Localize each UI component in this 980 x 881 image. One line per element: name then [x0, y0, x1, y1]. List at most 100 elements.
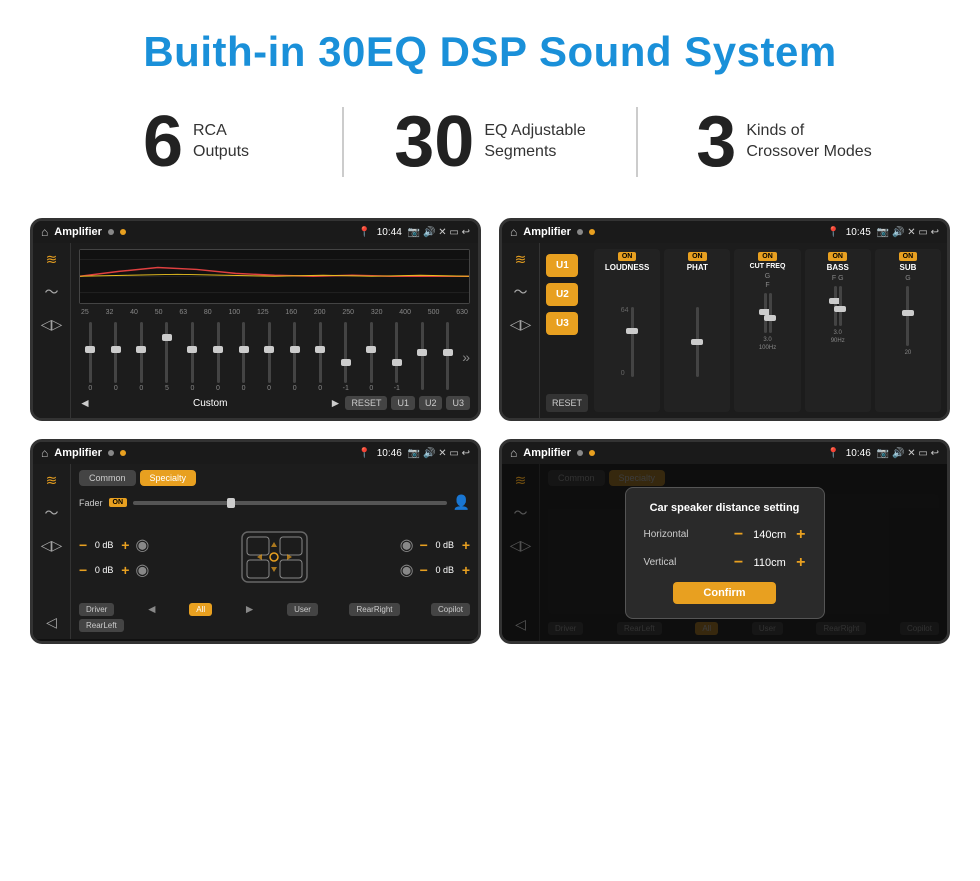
u2-preset[interactable]: U2	[546, 283, 578, 306]
eq-freq-labels: 2532405063 80100125160200 25032040050063…	[79, 309, 470, 316]
slider-6[interactable]: 0	[207, 322, 230, 392]
vol-plus-4[interactable]: +	[462, 562, 470, 578]
speaker-icon[interactable]: ◁▷	[41, 316, 63, 333]
u1-preset[interactable]: U1	[546, 254, 578, 277]
horizontal-label: Horizontal	[644, 529, 704, 540]
slider-10[interactable]: 0	[309, 322, 332, 392]
wave-icon-2[interactable]: 〜	[514, 282, 528, 302]
screen3-body: ≋ 〜 ◁▷ ◁ Common Specialty Fader ON 👤	[33, 464, 478, 639]
fader-thumb[interactable]	[227, 498, 235, 508]
slider-15[interactable]	[437, 322, 460, 392]
vertical-stepper: − 110cm +	[734, 554, 806, 572]
vertical-value: 110cm	[747, 557, 792, 569]
vertical-label: Vertical	[644, 557, 704, 568]
screen-dialog: ⌂ Amplifier 📍 10:46 📷 🔊 ✕ ▭ ↩ ≋ 〜 ◁▷ ◁ C…	[499, 439, 950, 644]
on-badge-sub: ON	[899, 252, 918, 261]
slider-4[interactable]: 5	[156, 322, 179, 392]
vol-minus-2[interactable]: −	[79, 562, 87, 578]
nav-left[interactable]: ◄	[146, 602, 158, 616]
horizontal-row: Horizontal − 140cm +	[644, 526, 806, 544]
vertical-plus[interactable]: +	[796, 554, 805, 572]
speaker-r2-icon: ◉	[400, 560, 414, 580]
vol-plus-2[interactable]: +	[121, 562, 129, 578]
vol-minus-3[interactable]: −	[420, 537, 428, 553]
vol-plus-3[interactable]: +	[462, 537, 470, 553]
slider-3[interactable]: 0	[130, 322, 153, 392]
expand-arrows[interactable]: »	[462, 349, 470, 365]
speaker-icon-2[interactable]: ◁▷	[510, 316, 532, 333]
u3-preset[interactable]: U3	[546, 312, 578, 335]
channel-sub: ON SUB G 20	[875, 249, 941, 412]
wave-icon-3[interactable]: 〜	[45, 503, 59, 523]
prev-button[interactable]: ◄	[79, 396, 91, 410]
nav-right[interactable]: ►	[244, 602, 256, 616]
wave-icon[interactable]: 〜	[45, 282, 59, 302]
u2-button[interactable]: U2	[419, 396, 443, 410]
topbar-location-icon-4: 📍	[827, 448, 839, 459]
eq-icon-3[interactable]: ≋	[46, 472, 58, 489]
slider-9[interactable]: 0	[283, 322, 306, 392]
on-badge-phat: ON	[688, 252, 707, 261]
channel-name-phat: PHAT	[687, 263, 708, 272]
bass-g-slider[interactable]	[839, 286, 842, 326]
channel-name-loudness: LOUDNESS	[605, 263, 649, 272]
stat-label-crossover: Kinds of Crossover Modes	[746, 121, 871, 163]
user-icon[interactable]: 👤	[453, 494, 470, 511]
driver-btn[interactable]: Driver	[79, 603, 114, 616]
amp-reset[interactable]: RESET	[546, 394, 588, 412]
slider-8[interactable]: 0	[258, 322, 281, 392]
slider-5[interactable]: 0	[181, 322, 204, 392]
vol-minus-1[interactable]: −	[79, 537, 87, 553]
home-icon-3[interactable]: ⌂	[41, 446, 48, 460]
status-dot2	[120, 229, 126, 235]
vol-minus-4[interactable]: −	[420, 562, 428, 578]
slider-2[interactable]: 0	[105, 322, 128, 392]
vertical-minus[interactable]: −	[734, 554, 743, 572]
loudness-slider[interactable]	[631, 307, 634, 377]
eq-icon[interactable]: ≋	[46, 251, 58, 268]
speaker-icon-3[interactable]: ◁▷	[41, 537, 63, 554]
eq-icon-2[interactable]: ≋	[515, 251, 527, 268]
cutfreq-f-slider[interactable]	[769, 293, 772, 333]
eq-graph	[79, 249, 470, 304]
amp-channels: ON LOUDNESS 640 ON PHAT	[594, 249, 941, 412]
phat-slider[interactable]	[696, 307, 699, 377]
vol-plus-1[interactable]: +	[121, 537, 129, 553]
slider-7[interactable]: 0	[232, 322, 255, 392]
home-icon-2[interactable]: ⌂	[510, 225, 517, 239]
right-vol-controls: ◉ − 0 dB + ◉ − 0 dB +	[400, 535, 470, 580]
home-icon[interactable]: ⌂	[41, 225, 48, 239]
cs-tabs: Common Specialty	[79, 470, 470, 486]
reset-button[interactable]: RESET	[345, 396, 387, 410]
next-button[interactable]: ►	[330, 396, 342, 410]
channel-loudness: ON LOUDNESS 640	[594, 249, 660, 412]
slider-11[interactable]: -1	[334, 322, 357, 392]
home-icon-4[interactable]: ⌂	[510, 446, 517, 460]
user-btn[interactable]: User	[287, 603, 318, 616]
confirm-button[interactable]: Confirm	[673, 582, 775, 604]
slider-13[interactable]: -1	[386, 322, 409, 392]
vol-icon-3[interactable]: ◁	[46, 614, 57, 631]
common-tab[interactable]: Common	[79, 470, 136, 486]
channel-phat: ON PHAT	[664, 249, 730, 412]
horizontal-minus[interactable]: −	[734, 526, 743, 544]
cutfreq-g-slider[interactable]	[764, 293, 767, 333]
vertical-row: Vertical − 110cm +	[644, 554, 806, 572]
speaker-l1-icon: ◉	[135, 535, 149, 555]
stat-label-eq: EQ Adjustable Segments	[484, 121, 585, 163]
screen1-title: Amplifier	[54, 226, 102, 238]
left-vol-controls: − 0 dB + ◉ − 0 dB + ◉	[79, 535, 149, 580]
slider-14[interactable]	[411, 322, 434, 392]
all-btn[interactable]: All	[189, 603, 212, 616]
fader-slider[interactable]	[133, 501, 447, 505]
specialty-tab[interactable]: Specialty	[140, 470, 197, 486]
copilot-btn[interactable]: Copilot	[431, 603, 470, 616]
rearright-btn[interactable]: RearRight	[349, 603, 399, 616]
u1-button[interactable]: U1	[391, 396, 415, 410]
rearleft-btn[interactable]: RearLeft	[79, 619, 124, 632]
slider-12[interactable]: 0	[360, 322, 383, 392]
slider-1[interactable]: 0	[79, 322, 102, 392]
horizontal-plus[interactable]: +	[796, 526, 805, 544]
u3-button[interactable]: U3	[446, 396, 470, 410]
sub-slider[interactable]	[906, 286, 909, 346]
